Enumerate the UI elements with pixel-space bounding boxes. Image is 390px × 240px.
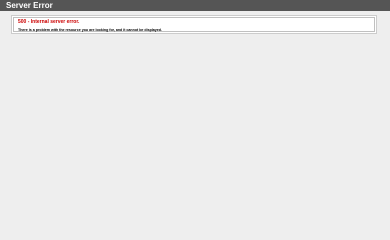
error-message: There is a problem with the resource you… xyxy=(18,28,162,32)
page-title: Server Error xyxy=(6,1,53,10)
header-bar: Server Error xyxy=(0,0,390,11)
error-heading: 500 - Internal server error. xyxy=(18,19,80,25)
error-fieldset: 500 - Internal server error. There is a … xyxy=(13,17,375,32)
error-content-box: 500 - Internal server error. There is a … xyxy=(11,15,377,34)
